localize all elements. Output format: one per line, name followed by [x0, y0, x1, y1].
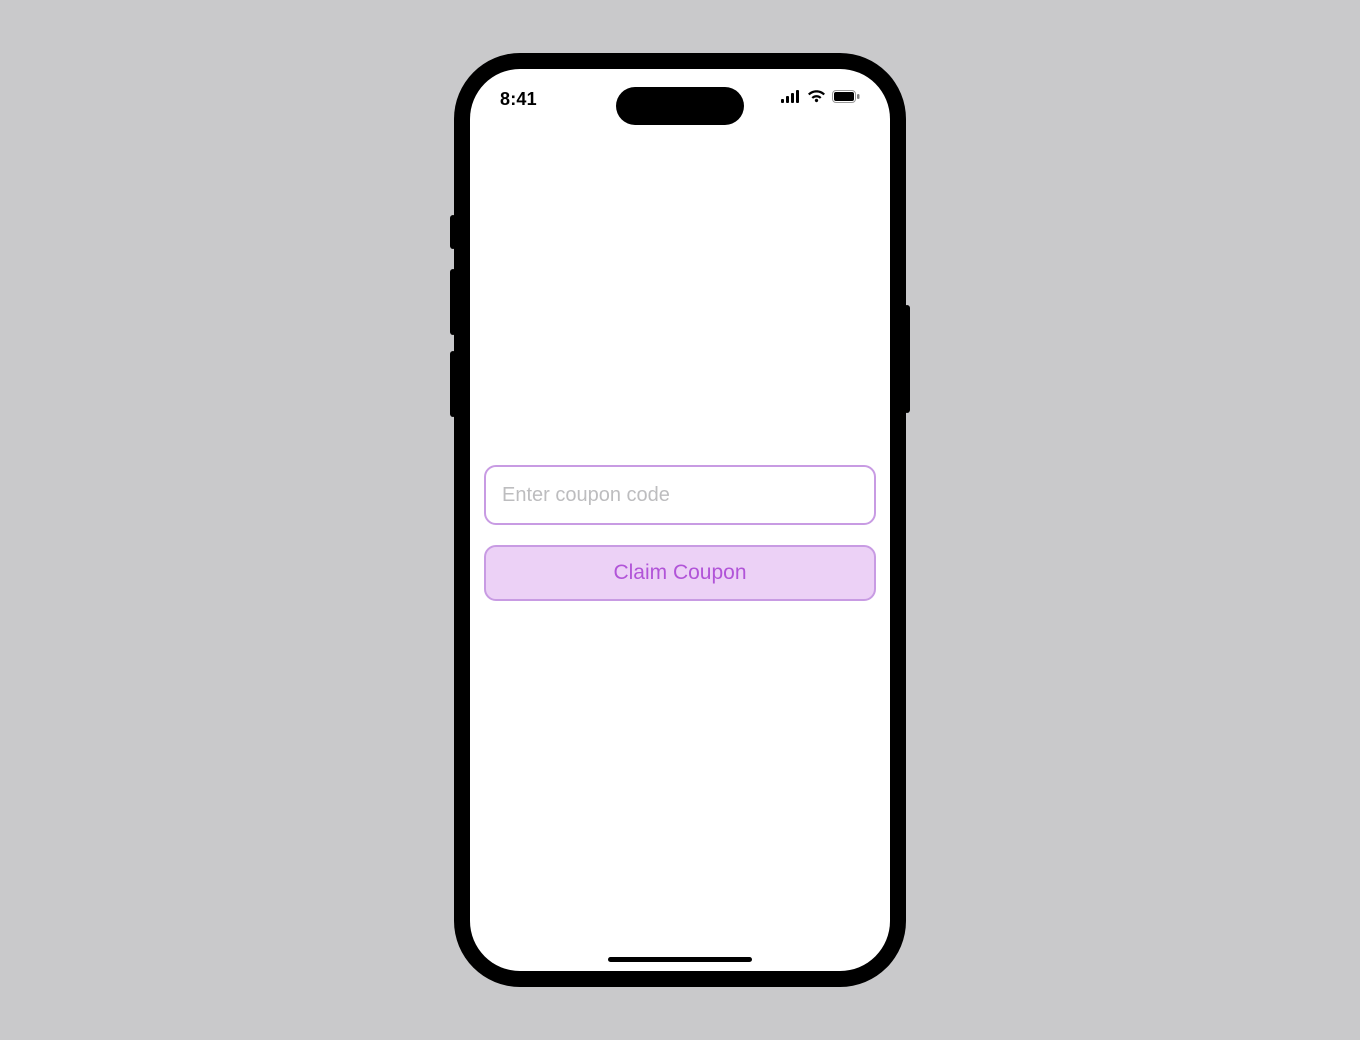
- phone-frame: 8:41: [456, 55, 904, 985]
- coupon-form: Claim Coupon: [484, 465, 876, 601]
- app-content: Claim Coupon: [470, 125, 890, 971]
- claim-button-label: Claim Coupon: [613, 561, 746, 585]
- status-bar: 8:41: [470, 69, 890, 125]
- battery-icon: [832, 90, 860, 108]
- wifi-icon: [807, 90, 826, 108]
- coupon-code-input[interactable]: [484, 465, 876, 525]
- status-indicators: [781, 90, 860, 108]
- volume-down-button: [450, 351, 456, 417]
- volume-up-button: [450, 269, 456, 335]
- status-time: 8:41: [500, 89, 537, 110]
- cellular-icon: [781, 90, 801, 108]
- claim-coupon-button[interactable]: Claim Coupon: [484, 545, 876, 601]
- home-indicator[interactable]: [608, 957, 752, 962]
- mute-switch: [450, 215, 456, 249]
- power-button: [904, 305, 910, 413]
- phone-screen: 8:41: [470, 69, 890, 971]
